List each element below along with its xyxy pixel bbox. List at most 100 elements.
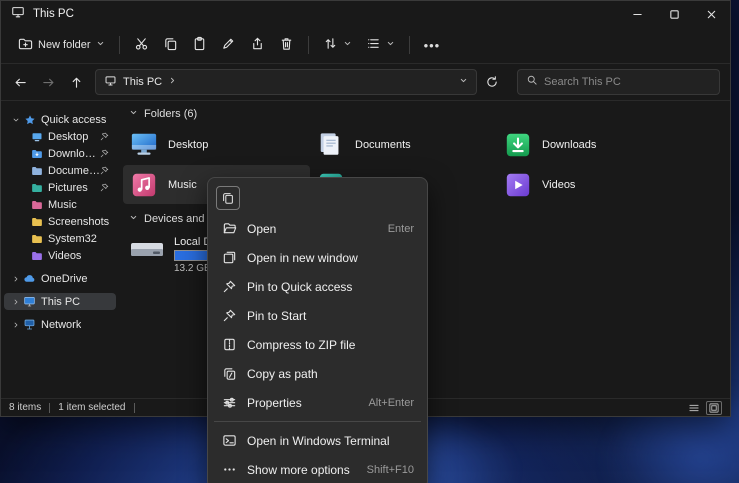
menu-item-shortcut: Alt+Enter [368, 397, 414, 409]
share-button[interactable] [243, 31, 272, 59]
app-icon [11, 5, 25, 24]
maximize-button[interactable] [656, 1, 693, 27]
this-pc-icon [22, 295, 37, 308]
sidebar-item-system32[interactable]: System32 [4, 230, 116, 247]
downloads-folder-icon [29, 148, 44, 160]
sidebar-item-videos[interactable]: Videos [4, 247, 116, 264]
refresh-button[interactable] [479, 69, 505, 95]
sidebar-item-screenshots[interactable]: Screenshots [4, 213, 116, 230]
menu-item-copy-as-path[interactable]: Copy as path [212, 359, 423, 388]
window-controls [619, 1, 730, 27]
sidebar-item-network[interactable]: Network [4, 316, 116, 333]
menu-item-label: Open [247, 222, 378, 236]
sidebar-item-label: Videos [48, 250, 81, 262]
sidebar-item-downloads[interactable]: Downloads [4, 145, 116, 162]
folders-section-header[interactable]: Folders (6) [123, 103, 730, 125]
desktop-icon [128, 130, 160, 160]
minimize-button[interactable] [619, 1, 656, 27]
folder-tile-downloads[interactable]: Downloads [497, 125, 684, 164]
toolbar-separator [308, 36, 309, 54]
sidebar-item-music[interactable]: Music [4, 196, 116, 213]
see-more-button[interactable]: ••• [417, 33, 448, 58]
pictures-folder-icon [29, 182, 44, 194]
music-folder-icon [29, 199, 44, 211]
forward-button[interactable] [35, 69, 61, 95]
sort-button[interactable] [316, 31, 359, 59]
chevron-down-icon[interactable] [10, 116, 22, 124]
menu-item-properties[interactable]: Properties Alt+Enter [212, 388, 423, 417]
sidebar-item-pictures[interactable]: Pictures [4, 179, 116, 196]
copy-button[interactable] [156, 31, 185, 59]
pin-icon [100, 149, 109, 158]
chevron-right-icon[interactable] [10, 321, 22, 329]
thumbnail-view-icon[interactable] [706, 401, 722, 415]
view-icon [366, 36, 381, 54]
zip-icon [221, 337, 237, 352]
open-icon [221, 221, 237, 236]
delete-button[interactable] [272, 31, 301, 59]
delete-icon [279, 36, 294, 54]
pin-icon [100, 132, 109, 141]
new-folder-button[interactable]: New folder [11, 31, 112, 59]
view-button[interactable] [359, 31, 402, 59]
item-count: 8 items [9, 402, 41, 413]
sidebar-item-onedrive[interactable]: OneDrive [4, 270, 116, 287]
cut-icon [134, 36, 149, 54]
menu-item-open-in-windows-terminal[interactable]: Open in Windows Terminal [212, 426, 423, 455]
folder-tile-videos[interactable]: Videos [497, 165, 684, 204]
command-bar: New folder [1, 27, 730, 64]
rename-button[interactable] [214, 31, 243, 59]
chevron-down-icon [96, 39, 105, 51]
folder-tile-desktop[interactable]: Desktop [123, 125, 310, 164]
menu-item-shortcut: Enter [388, 223, 414, 235]
sidebar-item-documents[interactable]: Documents [4, 162, 116, 179]
address-bar[interactable]: This PC [95, 69, 477, 95]
chevron-right-icon[interactable] [168, 76, 177, 88]
menu-item-open[interactable]: Open Enter [212, 214, 423, 243]
details-view-icon[interactable] [686, 401, 702, 415]
back-button[interactable] [7, 69, 33, 95]
sidebar-item-label: Music [48, 199, 77, 211]
menu-item-label: Show more options [247, 463, 357, 477]
menu-item-label: Pin to Start [247, 309, 404, 323]
menu-item-pin-to-start[interactable]: Pin to Start [212, 301, 423, 330]
cut-button[interactable] [127, 31, 156, 59]
copy-icon [163, 36, 178, 54]
window-title: This PC [33, 8, 74, 20]
menu-item-pin-to-quick-access[interactable]: Pin to Quick access [212, 272, 423, 301]
folder-tile-label: Desktop [168, 139, 208, 151]
menu-item-label: Open in Windows Terminal [247, 434, 404, 448]
folder-tile-label: Music [168, 179, 197, 191]
menu-item-open-in-new-window[interactable]: Open in new window [212, 243, 423, 272]
breadcrumb[interactable]: This PC [123, 76, 162, 88]
copy-button[interactable] [216, 186, 240, 210]
sidebar-item-label: Downloads [48, 148, 100, 160]
menu-item-show-more-options[interactable]: Show more options Shift+F10 [212, 455, 423, 483]
paste-button[interactable] [185, 31, 214, 59]
search-box[interactable] [517, 69, 720, 95]
chevron-right-icon[interactable] [10, 275, 22, 283]
sidebar-item-label: Pictures [48, 182, 88, 194]
sidebar-item-desktop[interactable]: Desktop [4, 128, 116, 145]
more-icon: ••• [424, 38, 441, 53]
sidebar-item-this-pc[interactable]: This PC [4, 293, 116, 310]
chevron-right-icon[interactable] [10, 298, 22, 306]
sidebar-item-label: Documents [48, 165, 100, 177]
system32-folder-icon [29, 233, 44, 245]
network-globe-icon [22, 318, 37, 331]
address-dropdown-icon[interactable] [459, 76, 468, 88]
new-folder-label: New folder [38, 39, 91, 51]
pin-icon [100, 166, 109, 175]
sidebar-item-label: System32 [48, 233, 97, 245]
menu-item-compress-to-zip[interactable]: Compress to ZIP file [212, 330, 423, 359]
terminal-icon [221, 433, 237, 448]
onedrive-cloud-icon [22, 272, 37, 285]
navigation-pane: Quick access Desktop Downloads [1, 101, 119, 400]
up-button[interactable] [63, 69, 89, 95]
sidebar-item-label: This PC [41, 296, 80, 308]
sidebar-item-quick-access[interactable]: Quick access [4, 111, 116, 128]
close-button[interactable] [693, 1, 730, 27]
search-input[interactable] [544, 76, 711, 88]
folder-tile-documents[interactable]: Documents [310, 125, 497, 164]
downloads-icon [502, 130, 534, 160]
